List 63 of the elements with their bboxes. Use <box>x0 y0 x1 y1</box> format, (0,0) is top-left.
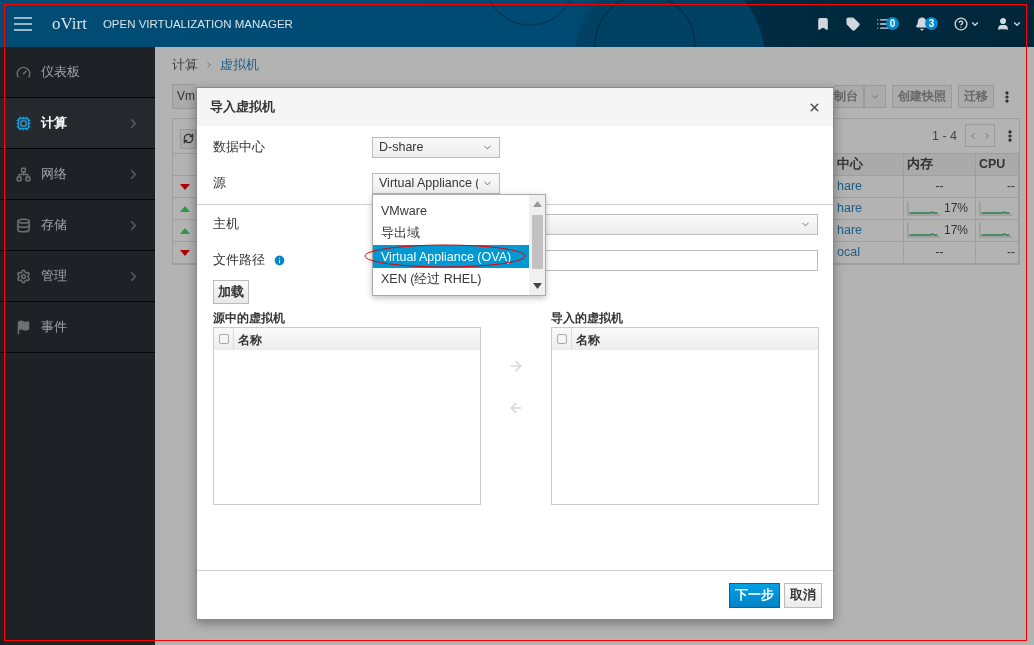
field-label: 文件路径 <box>213 251 265 269</box>
table-cell[interactable]: hare <box>837 179 863 194</box>
ovirt-logo: oVirt <box>52 13 87 34</box>
help-icon[interactable] <box>954 16 968 31</box>
bookmark-icon[interactable] <box>816 16 830 31</box>
scrollbar[interactable] <box>529 195 545 295</box>
scroll-down-icon[interactable] <box>532 283 542 289</box>
table-cell: 17% <box>944 201 969 216</box>
table-cell: -- <box>1007 179 1015 194</box>
cancel-button[interactable]: 取消 <box>784 582 822 608</box>
table-cell: -- <box>935 245 944 260</box>
column-header: 内存 <box>907 155 933 173</box>
select-field[interactable]: D-share <box>372 136 500 158</box>
sparkline-drawing <box>979 222 1013 239</box>
table-cell[interactable]: hare <box>837 201 863 216</box>
info-icon[interactable] <box>273 253 286 267</box>
count-badge: 3 <box>925 17 938 30</box>
sparkline-drawing <box>907 200 941 217</box>
chevron-right-icon <box>982 130 992 141</box>
table-cell: 17% <box>944 223 969 238</box>
field-label: 主机 <box>213 215 239 233</box>
menu-icon[interactable] <box>14 16 32 31</box>
sparkline-drawing <box>907 222 941 239</box>
checkbox[interactable] <box>218 334 229 344</box>
refresh-icon <box>182 133 194 145</box>
gear-icon <box>16 268 31 284</box>
tag-icon[interactable] <box>846 16 860 31</box>
checkbox[interactable] <box>556 334 567 344</box>
page-range: 1 - 4 <box>932 128 957 143</box>
table-cell: -- <box>1007 245 1015 260</box>
next-button[interactable]: 下一步 <box>729 582 780 608</box>
user-icon[interactable] <box>996 16 1010 31</box>
gauge-icon <box>16 64 31 80</box>
table-cell: -- <box>935 179 944 194</box>
database-icon <box>16 217 31 233</box>
breadcrumb-item[interactable]: 虚拟机 <box>220 56 259 74</box>
app-title: OPEN VIRTUALIZATION MANAGER <box>102 17 293 30</box>
field-label: 数据中心 <box>213 138 265 156</box>
bell-icon[interactable] <box>915 16 929 31</box>
list-title: 源中的虚拟机 <box>213 310 285 327</box>
close-button[interactable] <box>808 100 821 114</box>
flag-icon <box>16 319 31 335</box>
column-header: 名称 <box>237 332 263 349</box>
refresh-button[interactable] <box>180 128 196 149</box>
column-header: CPU <box>979 157 1006 172</box>
dialog-title: 导入虚拟机 <box>210 98 276 116</box>
network-icon <box>16 166 31 182</box>
list-title: 导入的虚拟机 <box>551 310 623 327</box>
count-badge: 0 <box>886 17 899 30</box>
chevron-icon <box>204 60 214 70</box>
column-header: 中心 <box>837 155 863 173</box>
breadcrumb-item[interactable]: 计算 <box>172 56 198 74</box>
table-cell[interactable]: ocal <box>837 245 860 260</box>
sidebar-item[interactable]: 计算 <box>0 98 155 149</box>
chevron-left-icon <box>968 130 978 141</box>
table-cell[interactable]: hare <box>837 223 863 238</box>
column-header: 名称 <box>575 332 601 349</box>
load-button[interactable]: 加载 <box>213 280 249 304</box>
chip-icon <box>16 115 31 131</box>
search-field[interactable]: Vm <box>172 84 196 109</box>
field-label: 源 <box>213 174 226 192</box>
sparkline-drawing <box>979 200 1013 217</box>
tasks-icon[interactable] <box>876 16 890 31</box>
